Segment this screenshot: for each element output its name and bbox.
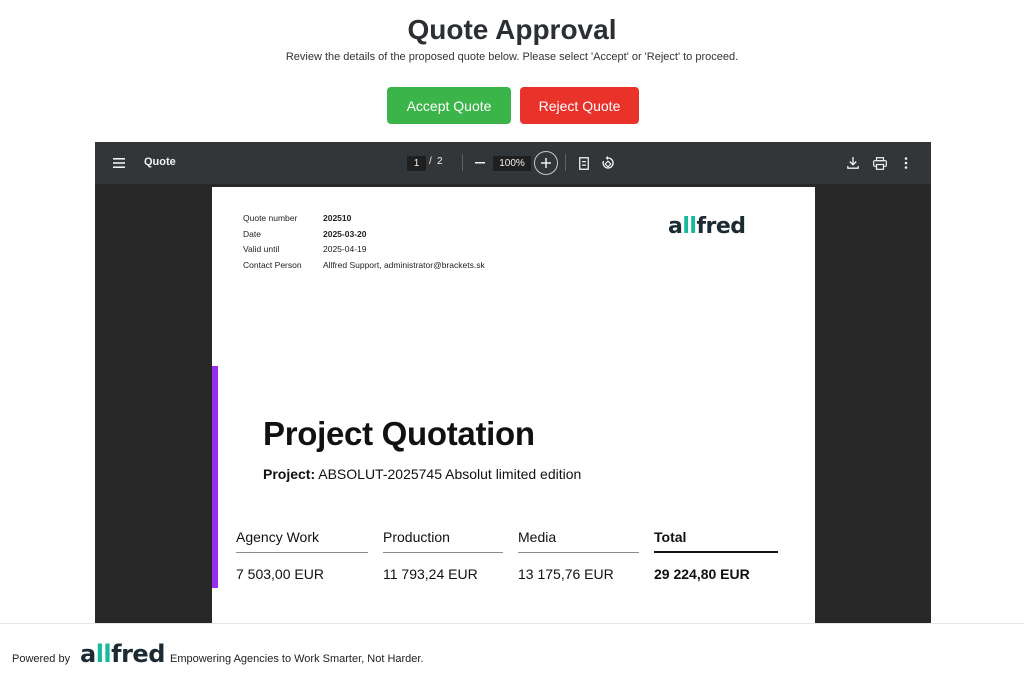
print-icon[interactable] xyxy=(871,155,889,171)
toolbar-divider xyxy=(565,154,566,171)
logo-suffix: fred xyxy=(111,640,165,668)
meta-label: Valid until xyxy=(243,244,280,254)
summary-label: Media xyxy=(518,529,639,553)
logo-highlight: ll xyxy=(682,214,697,239)
zoom-out-icon[interactable] xyxy=(473,155,487,171)
meta-value: 202510 xyxy=(323,213,352,223)
page-separator: / xyxy=(429,156,432,167)
meta-row: Contact Person Allfred Support, administ… xyxy=(243,260,485,276)
summary-value: 11 793,24 EUR xyxy=(383,566,478,582)
quote-meta: Quote number 202510 Date 2025-03-20 Vali… xyxy=(243,213,485,275)
zoom-level-input[interactable]: 100% xyxy=(493,156,531,171)
logo-prefix: a xyxy=(668,214,683,239)
powered-by-label: Powered by xyxy=(12,653,71,665)
fit-page-icon[interactable] xyxy=(577,155,591,171)
rotate-icon[interactable] xyxy=(600,155,616,171)
project-line: Project: ABSOLUT-2025745 Absolut limited… xyxy=(263,466,581,482)
download-icon[interactable] xyxy=(845,155,861,171)
allfred-logo: allfred xyxy=(668,214,746,239)
toolbar-divider xyxy=(462,154,463,171)
page-subtitle: Review the details of the proposed quote… xyxy=(285,51,739,63)
document-heading: Project Quotation xyxy=(263,415,535,452)
summary-value: 7 503,00 EUR xyxy=(236,566,324,582)
meta-label: Contact Person xyxy=(243,259,302,270)
summary-media: Media 13 175,76 EUR xyxy=(518,529,639,582)
meta-value: 2025-03-20 xyxy=(323,228,367,239)
meta-label: Quote number xyxy=(243,213,298,223)
summary-value: 13 175,76 EUR xyxy=(518,566,614,582)
summary-agency-work: Agency Work 7 503,00 EUR xyxy=(236,529,368,582)
footer: Powered by allfred Empowering Agencies t… xyxy=(0,623,1024,680)
allfred-footer-logo[interactable]: allfred xyxy=(80,640,165,668)
meta-row: Valid until 2025-04-19 xyxy=(243,244,485,260)
document-title: Quote xyxy=(144,156,176,168)
summary-total: Total 29 224,80 EUR xyxy=(654,529,778,582)
page-total: 2 xyxy=(437,156,443,167)
pdf-toolbar: Quote 1 / 2 100% xyxy=(95,142,931,184)
footer-tagline: Empowering Agencies to Work Smarter, Not… xyxy=(170,653,424,665)
summary-label: Total xyxy=(654,529,778,553)
logo-prefix: a xyxy=(80,640,96,668)
more-vert-icon[interactable] xyxy=(900,155,912,171)
meta-label: Date xyxy=(243,228,261,239)
page-title: Quote Approval xyxy=(407,14,617,45)
pdf-page: Quote number 202510 Date 2025-03-20 Vali… xyxy=(212,187,815,623)
page-number-input[interactable]: 1 xyxy=(407,156,426,171)
meta-value: 2025-04-19 xyxy=(323,244,367,254)
summary-production: Production 11 793,24 EUR xyxy=(383,529,503,582)
accept-quote-button[interactable]: Accept Quote xyxy=(387,87,511,124)
pdf-viewer: Quote 1 / 2 100% Quote number 202510 Dat… xyxy=(95,142,931,623)
logo-suffix: fred xyxy=(696,214,746,239)
project-label: Project: xyxy=(263,466,316,482)
reject-quote-button[interactable]: Reject Quote xyxy=(520,87,639,124)
logo-highlight: ll xyxy=(95,640,112,668)
summary-value: 29 224,80 EUR xyxy=(654,566,750,582)
meta-row: Quote number 202510 xyxy=(243,213,485,229)
project-value: ABSOLUT-2025745 Absolut limited edition xyxy=(318,466,582,482)
accent-bar xyxy=(212,366,218,588)
summary-label: Production xyxy=(383,529,503,553)
summary-label: Agency Work xyxy=(236,529,368,553)
zoom-in-icon[interactable] xyxy=(534,151,558,175)
menu-icon[interactable] xyxy=(112,155,126,171)
meta-value: Allfred Support, administrator@brackets.… xyxy=(323,259,485,270)
meta-row: Date 2025-03-20 xyxy=(243,229,485,245)
